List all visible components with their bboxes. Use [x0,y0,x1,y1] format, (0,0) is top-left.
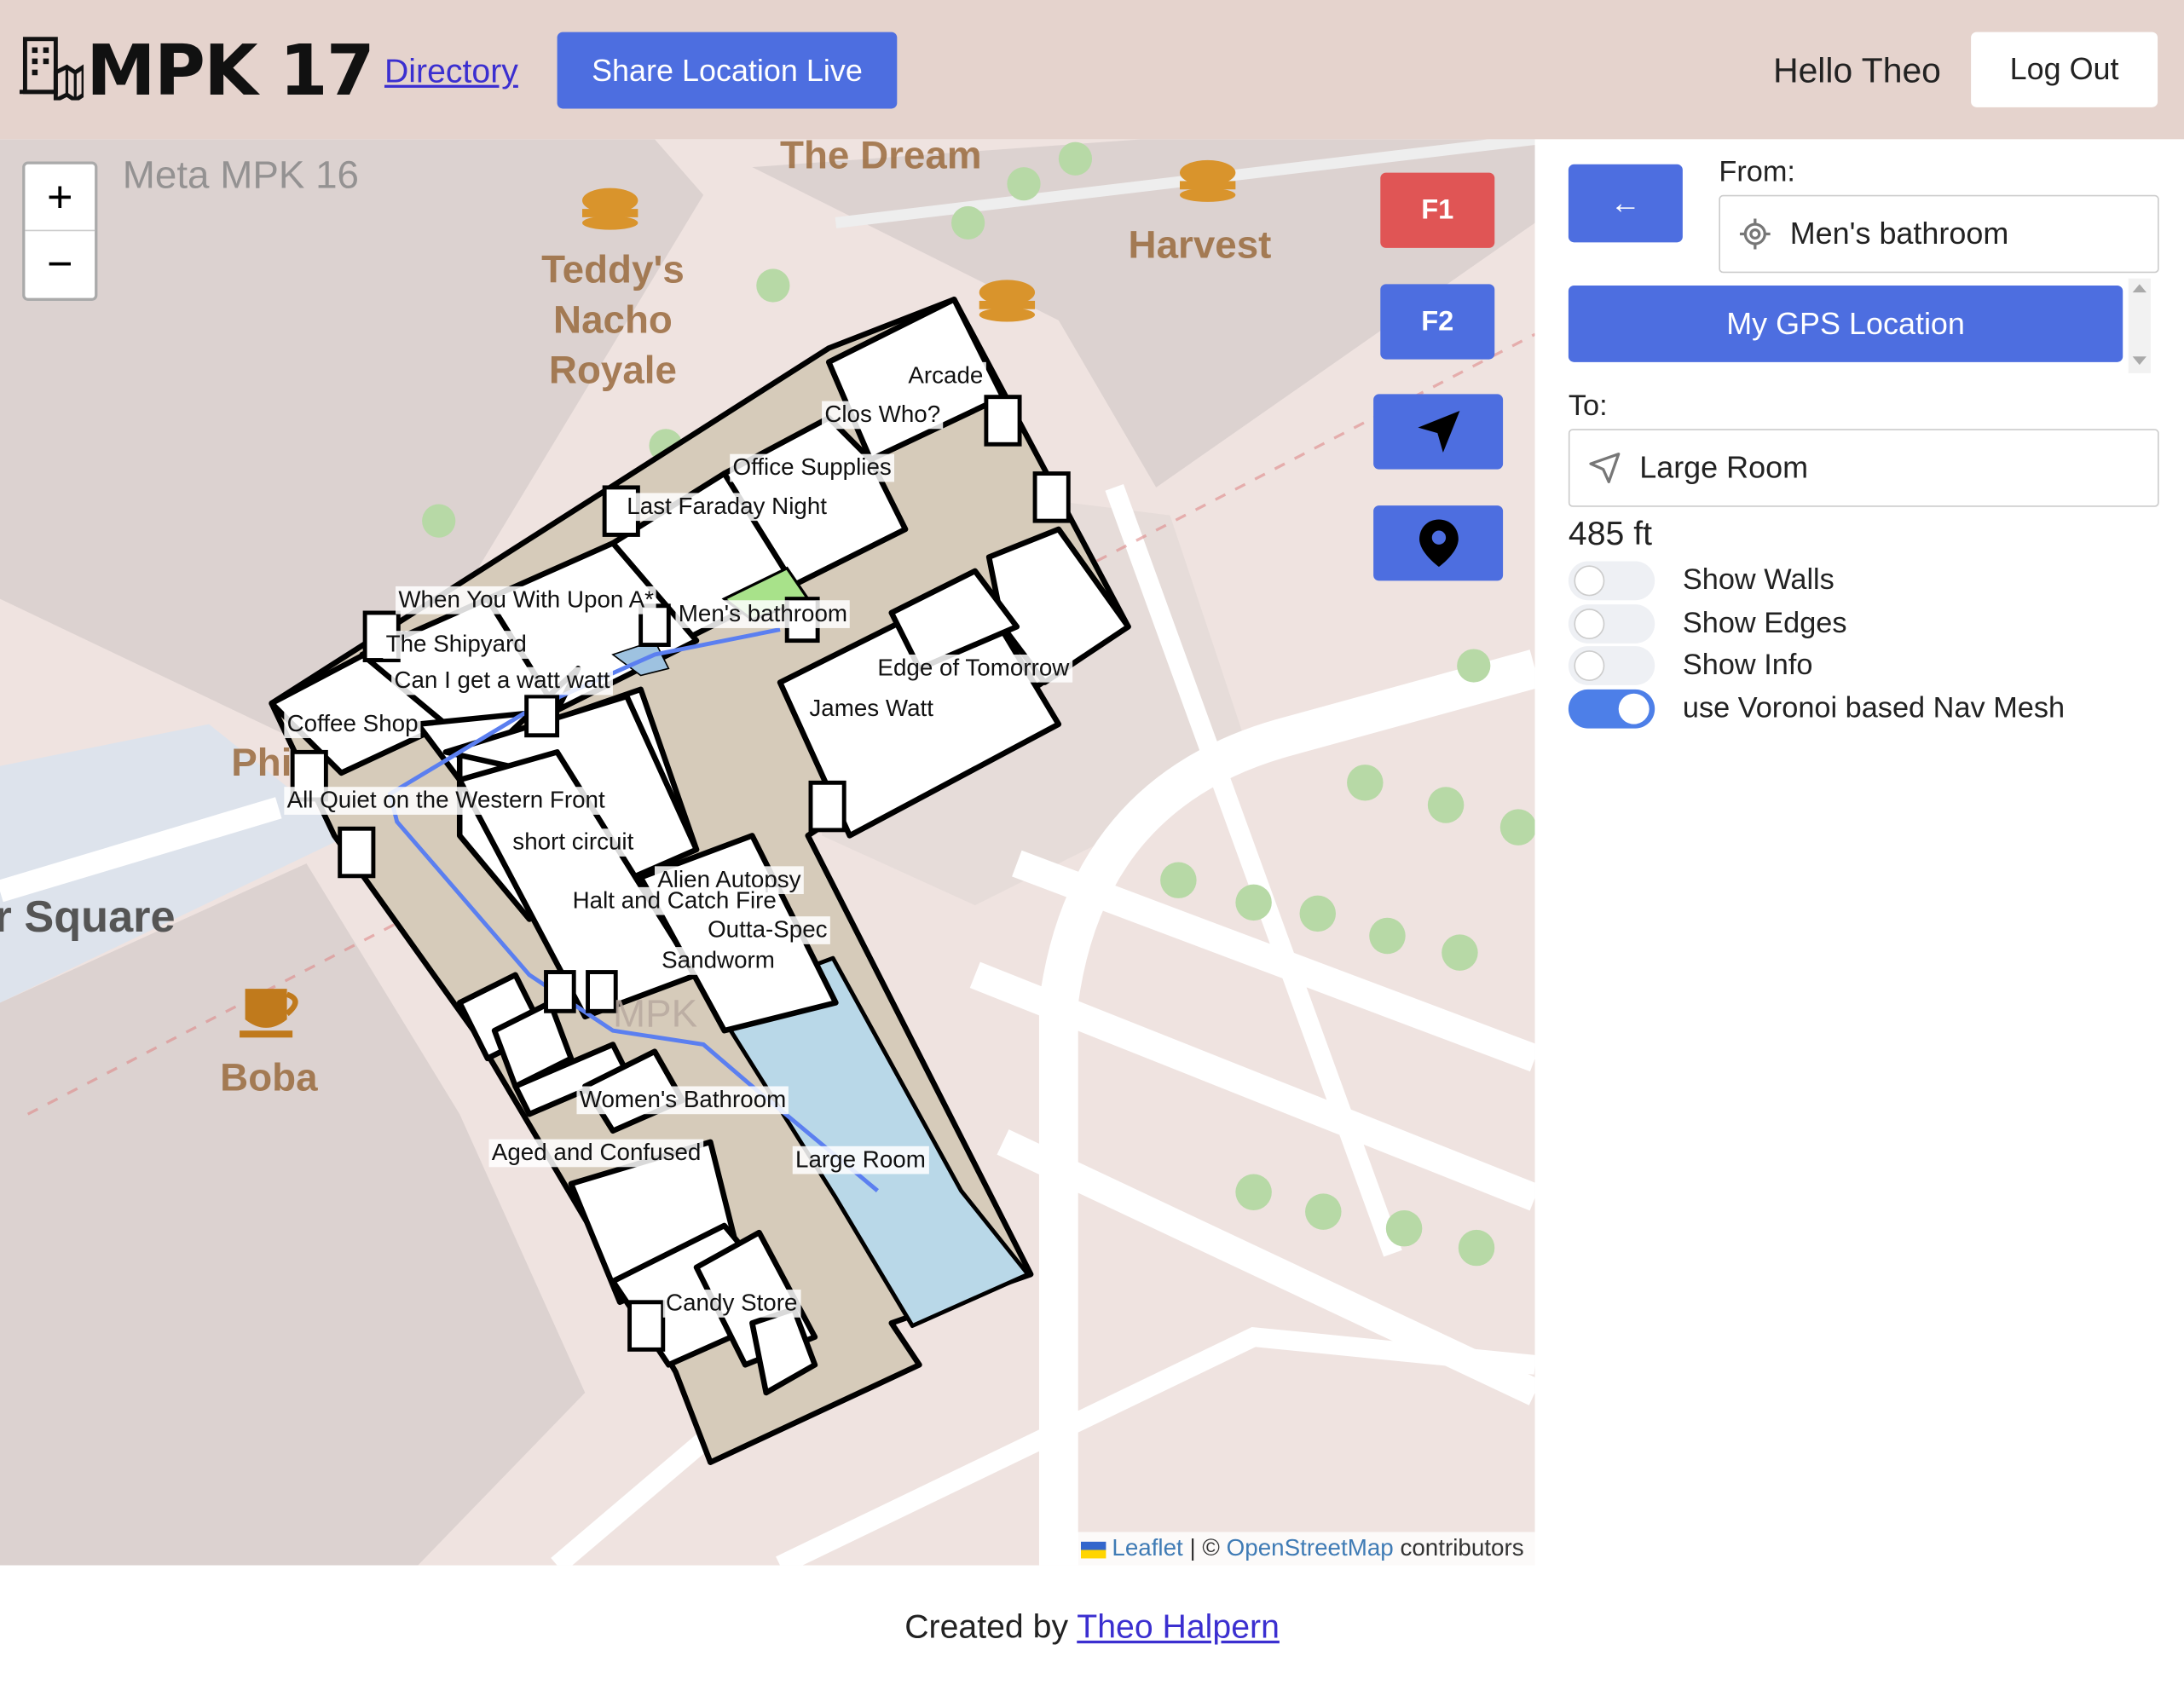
room-arcade: Arcade [905,361,986,390]
toggle-show-info[interactable]: Show Info [1568,645,1813,687]
author-link[interactable]: Theo Halpern [1077,1608,1280,1646]
attribution-separator: | © [1182,1534,1227,1561]
room-halt-catch-fire: Halt and Catch Fire [569,886,780,915]
toggle-show-walls[interactable]: Show Walls [1568,560,1834,602]
show-walls-switch[interactable] [1568,561,1655,601]
poi-harvest: Harvest [1128,222,1272,267]
room-outta-spec: Outta-Spec [704,916,830,944]
gps-location-button[interactable]: My GPS Location [1568,285,2123,362]
top-header: MPK 17 Directory Share Location Live Hel… [0,0,2184,140]
poi-meta-mpk: Meta MPK 16 [122,153,359,197]
zoom-control: + − [22,161,98,301]
show-walls-label: Show Walls [1682,563,1834,597]
send-arrow-icon [1570,451,1640,484]
room-edge-of-tomorrow: Edge of Tomorrow [875,654,1072,683]
to-field[interactable]: Large Room [1568,429,2159,507]
navigate-button[interactable] [1373,394,1504,470]
poi-phil: Phi [231,741,292,784]
crosshair-icon [1720,218,1790,250]
app-title: MPK 17 [86,30,374,112]
map-pin-icon [1418,519,1458,568]
footer-created-by: Created by [904,1608,1078,1647]
scrollbar[interactable] [2128,278,2151,373]
poi-the-dream: The Dream [780,139,982,177]
share-location-button[interactable]: Share Location Live [557,32,898,109]
room-when-you-wish: When You With Upon A* [396,586,657,615]
map-attribution: Leaflet | © OpenStreetMap contributors [1069,1532,1535,1566]
building-map-icon [19,37,84,101]
zoom-out-button[interactable]: − [25,231,95,297]
from-label: From: [1719,156,1795,188]
directory-link[interactable]: Directory [384,53,518,92]
openstreetmap-link[interactable]: OpenStreetMap [1227,1535,1394,1561]
back-button[interactable]: ← [1568,164,1683,243]
street-square-label: r Square [0,891,176,942]
room-office-supplies: Office Supplies [730,453,895,482]
leaflet-link[interactable]: Leaflet [1112,1535,1182,1561]
room-all-quiet: All Quiet on the Western Front [284,787,609,815]
room-womens-bathroom: Women's Bathroom [576,1086,789,1115]
room-can-i-watt: Can I get a watt watt [391,667,613,695]
room-coffee-shop: Coffee Shop [284,710,421,739]
show-edges-switch[interactable] [1568,604,1655,644]
from-field[interactable]: Men's bathroom [1719,194,2159,274]
room-james-watt: James Watt [806,695,937,724]
room-candy-store: Candy Store [662,1290,800,1318]
logout-button[interactable]: Log Out [1971,32,2158,107]
room-clos-who: Clos Who? [822,401,944,430]
voronoi-navmesh-label: use Voronoi based Nav Mesh [1682,692,2066,724]
ukraine-flag-icon [1080,1541,1106,1558]
room-large-room: Large Room [792,1146,929,1174]
poi-mpk-faint: MPK [612,991,698,1036]
voronoi-navmesh-switch[interactable] [1568,689,1655,729]
to-value: Large Room [1639,449,1809,485]
route-distance: 485 ft [1568,515,1653,553]
greeting-text: Hello Theo [1773,51,1941,91]
room-mens-bathroom: Men's bathroom [675,600,851,628]
room-last-faraday: Last Faraday Night [624,493,830,522]
poi-teddys: Teddy's Nacho Royale [541,247,685,392]
show-edges-label: Show Edges [1682,607,1847,640]
room-aged-confused: Aged and Confused [488,1139,704,1168]
navigation-arrow-icon [1417,411,1459,453]
footer: Created by Theo Halpern [0,1565,2184,1653]
room-shipyard: The Shipyard [383,631,530,659]
directions-panel: ← From: Men's bathroom My GPS Location T… [1534,139,2184,1566]
room-sandworm: Sandworm [658,947,778,975]
show-info-label: Show Info [1682,649,1813,682]
show-info-switch[interactable] [1568,646,1655,685]
locate-button[interactable] [1373,505,1504,581]
map-view[interactable]: Meta MPK 16 Teddy's Nacho Royale The Dre… [0,139,1535,1566]
to-label: To: [1568,390,1608,423]
attribution-contributors: contributors [1393,1534,1524,1561]
map-tiles [0,139,1535,1566]
floor-f2-button[interactable]: F2 [1380,284,1495,360]
poi-boba: Boba [220,1055,318,1099]
zoom-in-button[interactable]: + [25,164,95,232]
from-value: Men's bathroom [1789,216,2009,251]
room-short-circuit: short circuit [510,828,637,857]
toggle-voronoi-navmesh[interactable]: use Voronoi based Nav Mesh [1568,688,2066,730]
toggle-show-edges[interactable]: Show Edges [1568,603,1847,645]
floor-f1-button[interactable]: F1 [1380,172,1495,248]
